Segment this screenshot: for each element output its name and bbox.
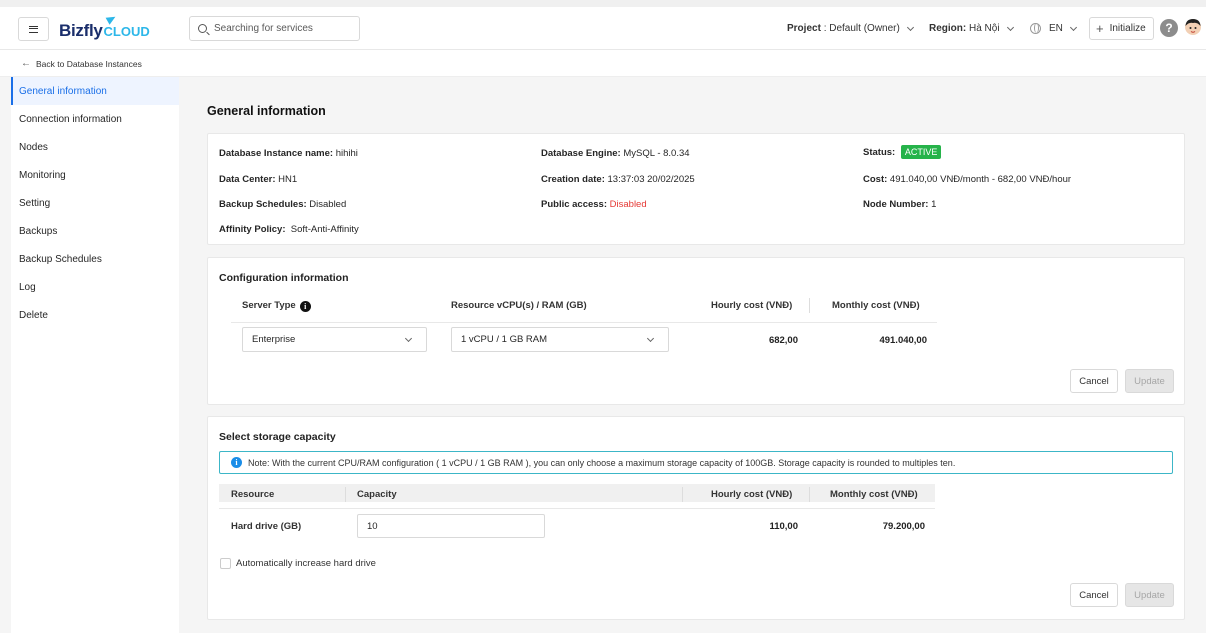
col-resource: Resource [231,489,275,500]
back-bar: ← Back to Database Instances [0,50,1206,77]
paper-plane-icon [105,13,118,25]
bizfly-logo[interactable]: Bizfly CLOUD [59,13,150,41]
header-divider [219,508,935,509]
storage-title: Select storage capacity [219,431,336,443]
data-center: Data Center: HN1 [219,174,298,185]
resource-select[interactable]: 1 vCPU / 1 GB RAM [451,327,669,352]
auto-increase-checkbox[interactable] [220,558,231,569]
hamburger-icon [29,25,38,33]
configuration-card: Configuration information Server Type i R… [207,257,1185,405]
backup-schedules: Backup Schedules: Disabled [219,199,347,210]
initialize-button[interactable]: + Initialize [1089,17,1154,40]
menu-button[interactable] [18,17,49,41]
column-divider [682,487,683,502]
column-divider [809,298,810,313]
sidebar-item-log[interactable]: Log [11,273,179,301]
instance-name: Database Instance name: hihihi [219,148,358,159]
back-link[interactable]: ← Back to Database Instances [21,58,142,69]
project-selector[interactable]: Project : Default (Owner) [787,16,914,41]
sidebar-item-connection-information[interactable]: Connection information [11,105,179,133]
chevron-down-icon [906,23,914,31]
public-access: Public access: Disabled [541,199,647,210]
column-divider [809,487,810,502]
col-server-type: Server Type i [242,300,311,312]
search-icon [198,24,207,33]
chevron-down-icon [404,334,413,343]
table-header-bg [219,484,935,502]
auto-increase-label[interactable]: Automatically increase hard drive [236,558,376,569]
general-info-card: Database Instance name: hihihi Database … [207,133,1185,245]
region-selector[interactable]: Region: Hà Nội [929,16,1014,41]
storage-note: i Note: With the current CPU/RAM configu… [219,451,1173,474]
sidebar-item-backups[interactable]: Backups [11,217,179,245]
sidebar-item-delete[interactable]: Delete [11,301,179,329]
info-icon[interactable]: i [299,301,311,312]
update-button[interactable]: Update [1125,583,1174,607]
plus-icon: + [1096,21,1104,36]
storage-card: Select storage capacity i Note: With the… [207,416,1185,620]
database-engine: Database Engine: MySQL - 8.0.34 [541,148,690,159]
hard-drive-label: Hard drive (GB) [231,521,302,532]
chevron-down-icon [646,334,655,343]
help-icon[interactable]: ? [1160,19,1178,37]
creation-date: Creation date: 13:37:03 20/02/2025 [541,174,695,185]
node-number: Node Number: 1 [863,199,937,210]
server-type-select[interactable]: Enterprise [242,327,427,352]
col-hourly-cost: Hourly cost (VNĐ) [711,300,793,311]
storage-hourly-cost-value: 110,00 [769,521,798,532]
page-title: General information [207,104,326,118]
cancel-button[interactable]: Cancel [1070,369,1118,393]
col-hourly-cost: Hourly cost (VNĐ) [711,489,793,500]
col-resource: Resource vCPU(s) / RAM (GB) [451,300,587,311]
arrow-left-icon: ← [21,58,31,69]
search-input[interactable] [214,23,354,34]
language-selector[interactable]: EN [1030,16,1077,41]
chevron-down-icon [1069,23,1077,31]
col-capacity: Capacity [357,489,397,500]
cancel-button[interactable]: Cancel [1070,583,1118,607]
chevron-down-icon [1006,23,1014,31]
status: Status: ACTIVE [863,145,942,159]
affinity-policy: Affinity Policy: Soft-Anti-Affinity [219,224,359,235]
cost: Cost: 491.040,00 VNĐ/month - 682,00 VNĐ/… [863,174,1072,185]
header-divider [231,322,937,323]
sidebar-item-setting[interactable]: Setting [11,189,179,217]
info-icon: i [231,457,242,468]
col-monthly-cost: Monthly cost (VNĐ) [832,300,920,311]
monthly-cost-value: 491.040,00 [879,335,927,346]
configuration-title: Configuration information [219,272,349,284]
sidebar: General information Connection informati… [11,77,179,633]
storage-monthly-cost-value: 79.200,00 [882,521,925,532]
col-monthly-cost: Monthly cost (VNĐ) [830,489,918,500]
service-search[interactable] [189,16,360,41]
top-navbar: Bizfly CLOUD Project : Default (Owner) R… [0,0,1206,50]
sidebar-item-monitoring[interactable]: Monitoring [11,161,179,189]
sidebar-item-nodes[interactable]: Nodes [11,133,179,161]
capacity-input[interactable] [357,514,545,538]
status-badge: ACTIVE [900,145,942,159]
hourly-cost-value: 682,00 [768,335,798,346]
update-button[interactable]: Update [1125,369,1174,393]
column-divider [345,487,346,502]
user-avatar[interactable] [1184,18,1202,37]
sidebar-item-backup-schedules[interactable]: Backup Schedules [11,245,179,273]
sidebar-item-general-information[interactable]: General information [11,77,179,105]
globe-icon [1030,23,1041,34]
